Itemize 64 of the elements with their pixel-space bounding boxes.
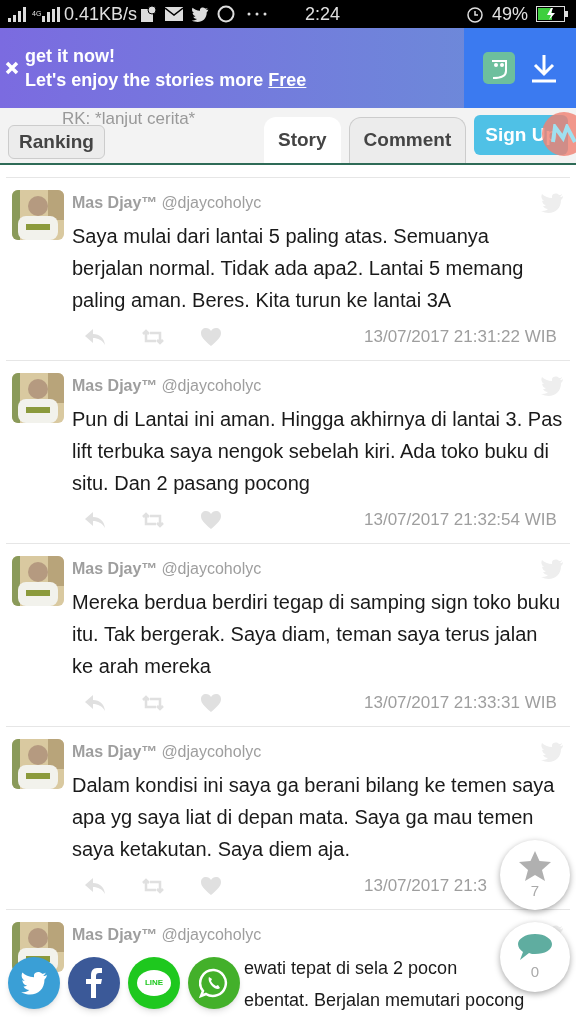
count-label: 0 [530, 963, 540, 981]
network-speed: 0.41KB/s [64, 2, 138, 26]
twitter-share-button[interactable] [8, 957, 60, 1009]
timestamp: 13/07/2017 21:31:22 WIB [364, 327, 557, 347]
heart-icon[interactable] [200, 510, 222, 530]
timestamp: 13/07/2017 21:32:54 WIB [364, 510, 557, 530]
comment-button[interactable]: 0 [500, 922, 570, 992]
more-icon [247, 12, 268, 16]
app-logo-icon [483, 52, 515, 84]
tweet-text: ebentat. Berjalan memutari pocong [244, 989, 525, 1012]
signal-icon [8, 6, 28, 22]
author-name: Mas Djay™ [72, 193, 158, 213]
tweet-text: Mereka berdua berdiri tegap di samping sign toko buku itu. Tak bergerak. Saya diam, teman saya terus jalan ke arah mereka [72, 590, 562, 679]
download-icon[interactable] [531, 53, 557, 83]
retweet-icon[interactable] [142, 329, 164, 345]
close-icon[interactable] [5, 61, 19, 75]
free-link[interactable]: Free [268, 68, 307, 92]
signal-icon [42, 6, 60, 22]
author-handle: @djaycoholyc [161, 742, 262, 762]
ranking-button[interactable]: Ranking [8, 125, 105, 159]
line-label: LINE [144, 977, 164, 989]
reply-icon[interactable] [84, 877, 106, 895]
author-handle: @djaycoholyc [161, 925, 262, 945]
bird-icon [191, 6, 210, 22]
author-handle: @djaycoholyc [161, 193, 262, 213]
author-handle: @djaycoholyc [161, 376, 262, 396]
clock-time: 2:24 [305, 2, 341, 26]
facebook-icon [86, 968, 102, 998]
timestamp: 13/07/2017 21:33:31 WIB [364, 693, 557, 713]
heart-icon[interactable] [200, 327, 222, 347]
battery-percent: 49% [491, 2, 528, 26]
reply-icon[interactable] [84, 328, 106, 346]
author-name: Mas Djay™ [72, 559, 158, 579]
bird-icon [20, 971, 48, 995]
tweet-text: ewati tepat di sela 2 pocon [244, 957, 458, 980]
line-share-button[interactable]: LINE [128, 957, 180, 1009]
alarm-icon [465, 5, 484, 23]
reply-icon[interactable] [84, 694, 106, 712]
star-icon [518, 850, 552, 882]
mail-icon [165, 7, 184, 21]
heart-icon[interactable] [200, 693, 222, 713]
speech-bubble-icon [517, 933, 553, 963]
author-name: Mas Djay™ [72, 742, 158, 762]
heart-icon[interactable] [200, 876, 222, 896]
tab[interactable]: Story [264, 117, 341, 163]
tab[interactable]: Comment [348, 117, 467, 163]
author-name: Mas Djay™ [72, 376, 158, 396]
banner-title: get it now! [25, 45, 116, 68]
author-name: Mas Djay™ [72, 925, 158, 945]
retweet-icon[interactable] [142, 695, 164, 711]
favorite-button[interactable]: 7 [500, 840, 570, 910]
retweet-icon[interactable] [142, 878, 164, 894]
reply-icon[interactable] [84, 511, 106, 529]
count-label: 7 [530, 882, 540, 900]
banner-subtitle: Let's enjoy the stories more [25, 69, 264, 92]
battery-icon [536, 6, 568, 22]
retweet-icon[interactable] [142, 512, 164, 528]
timestamp: 13/07/2017 21:3 [364, 876, 487, 896]
author-handle: @djaycoholyc [161, 559, 262, 579]
tweet-text: Pun di Lantai ini aman. Hingga akhirnya di lantai 3. Pas lift terbuka saya nengok sebelah kiri. Ada toko buku di situ. Dan 2 pasang pocong [72, 407, 564, 496]
phone-icon [199, 968, 229, 998]
facebook-share-button[interactable] [68, 957, 120, 1009]
tweet-text: Saya mulai dari lantai 5 paling atas. Semuanya berjalan normal. Tidak ada apa2. Lantai 5 memang paling aman. Beres. Kita turun ke lantai 3A [72, 224, 525, 313]
whatsapp-share-button[interactable] [188, 957, 240, 1009]
